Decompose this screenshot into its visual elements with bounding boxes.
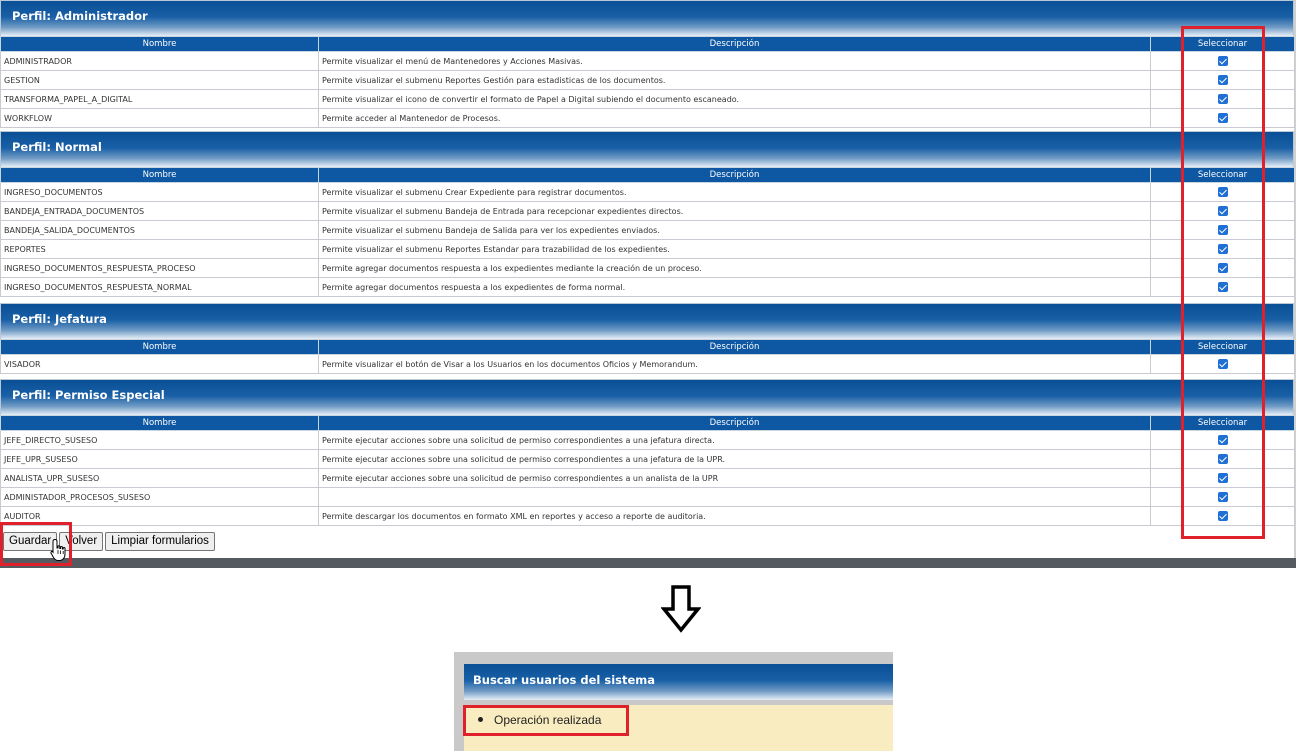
table-row: TRANSFORMA_PAPEL_A_DIGITAL Permite visual… [0,89,1295,109]
table-row: BANDEJA_ENTRADA_DOCUMENTOS Permite visual… [0,201,1295,221]
permission-description: Permite descargar los documentos en form… [318,506,1151,526]
permission-name: INGRESO_DOCUMENTOS_RESPUESTA_NORMAL [0,277,319,297]
permission-description: Permite visualizar el submenu Bandeja de… [318,220,1151,240]
table-row: ADMINISTRADOR Permite visualizar el menú … [0,51,1295,71]
permission-description: Permite ejecutar acciones sobre una soli… [318,430,1151,450]
table-header-row: Nombre Descripción Seleccionar [0,36,1295,52]
table-row: INGRESO_DOCUMENTOS_RESPUESTA_PROCESO Perm… [0,258,1295,278]
permission-name: ANALISTA_UPR_SUSESO [0,468,319,488]
permissions-table: Nombre Descripción Seleccionar INGRESO_DOCU… [0,167,1295,297]
permission-name: TRANSFORMA_PAPEL_A_DIGITAL [0,89,319,109]
permission-name: BANDEJA_SALIDA_DOCUMENTOS [0,220,319,240]
permission-name: REPORTES [0,239,319,259]
table-row: REPORTES Permite visualizar el submenu Re… [0,239,1295,259]
permissions-table: Nombre Descripción Seleccionar ADMINISTRADO… [0,36,1295,128]
table-header-row: Nombre Descripción Seleccionar [0,415,1295,431]
result-panel-title: Buscar usuarios del sistema [464,664,893,700]
table-row: BANDEJA_SALIDA_DOCUMENTOS Permite visuali… [0,220,1295,240]
permission-description: Permite visualizar el submenu Bandeja de… [318,201,1151,221]
column-header-descripcion: Descripción [318,36,1151,52]
table-row: ANALISTA_UPR_SUSESO Permite ejecutar acci… [0,468,1295,488]
section-title: Perfil: Normal [0,131,1294,167]
permission-name: VISADOR [0,354,319,374]
arrow-down-icon [661,585,701,633]
permissions-table: Nombre Descripción Seleccionar JEFE_DIRECTO… [0,415,1295,526]
section-permiso-especial: Perfil: Permiso Especial Nombre Descripci… [0,379,1295,526]
table-row: AUDITOR Permite descargar los documentos … [0,506,1295,526]
table-row: ADMINISTADOR_PROCESOS_SUSESO [0,487,1295,507]
table-header-row: Nombre Descripción Seleccionar [0,167,1295,183]
permission-name: ADMINISTADOR_PROCESOS_SUSESO [0,487,319,507]
permission-description: Permite ejecutar acciones sobre una soli… [318,468,1151,488]
table-row: INGRESO_DOCUMENTOS Permite visualizar el … [0,182,1295,202]
permission-name: ADMINISTRADOR [0,51,319,71]
permission-description: Permite ejecutar acciones sobre una soli… [318,449,1151,469]
permission-name: INGRESO_DOCUMENTOS_RESPUESTA_PROCESO [0,258,319,278]
table-row: VISADOR Permite visualizar el botón de Vi… [0,354,1295,374]
permission-description: Permite visualizar el submenu Reportes G… [318,70,1151,90]
section-title: Perfil: Permiso Especial [0,379,1294,415]
table-row: WORKFLOW Permite acceder al Mantenedor de… [0,108,1295,128]
permission-name: WORKFLOW [0,108,319,128]
table-row: JEFE_DIRECTO_SUSESO Permite ejecutar acci… [0,430,1295,450]
permission-description [318,487,1151,507]
permission-description: Permite visualizar el submenu Crear Expe… [318,182,1151,202]
result-screenshot: Buscar usuarios del sistema Operación re… [454,652,893,751]
section-jefatura: Perfil: Jefatura Nombre Descripción Selecc… [0,303,1295,374]
permission-description: Permite visualizar el botón de Visar a l… [318,354,1151,374]
permission-name: BANDEJA_ENTRADA_DOCUMENTOS [0,201,319,221]
column-header-descripcion: Descripción [318,339,1151,355]
column-header-nombre: Nombre [0,36,319,52]
permission-name: GESTION [0,70,319,90]
permission-name: JEFE_DIRECTO_SUSESO [0,430,319,450]
table-header-row: Nombre Descripción Seleccionar [0,339,1295,355]
column-header-nombre: Nombre [0,339,319,355]
permission-description: Permite visualizar el menú de Mantenedor… [318,51,1151,71]
hand-pointer-icon [50,538,66,561]
seleccionar-column-highlight [1181,26,1265,539]
permission-description: Permite agregar documentos respuesta a l… [318,258,1151,278]
section-title: Perfil: Administrador [0,0,1294,36]
table-row: GESTION Permite visualizar el submenu Rep… [0,70,1295,90]
permission-name: JEFE_UPR_SUSESO [0,449,319,469]
column-header-descripcion: Descripción [318,415,1151,431]
column-header-nombre: Nombre [0,167,319,183]
permission-description: Permite visualizar el submenu Reportes E… [318,239,1151,259]
permission-description: Permite agregar documentos respuesta a l… [318,277,1151,297]
success-message-highlight [463,705,629,736]
table-row: INGRESO_DOCUMENTOS_RESPUESTA_NORMAL Permi… [0,277,1295,297]
permissions-table: Nombre Descripción Seleccionar VISADOR Permi… [0,339,1295,374]
section-normal: Perfil: Normal Nombre Descripción Seleccio… [0,131,1295,297]
permission-description: Permite acceder al Mantenedor de Proceso… [318,108,1151,128]
table-row: JEFE_UPR_SUSESO Permite ejecutar acciones… [0,449,1295,469]
permission-name: INGRESO_DOCUMENTOS [0,182,319,202]
section-title: Perfil: Jefatura [0,303,1294,339]
section-administrador: Perfil: Administrador Nombre Descripción S… [0,0,1295,128]
permissions-content: Perfil: Administrador Nombre Descripción S… [0,0,1296,558]
permissions-window: Perfil: Administrador Nombre Descripción S… [0,0,1296,568]
column-header-nombre: Nombre [0,415,319,431]
column-header-descripcion: Descripción [318,167,1151,183]
permission-description: Permite visualizar el icono de convertir… [318,89,1151,109]
clear-forms-button[interactable]: Limpiar formularios [105,532,215,551]
